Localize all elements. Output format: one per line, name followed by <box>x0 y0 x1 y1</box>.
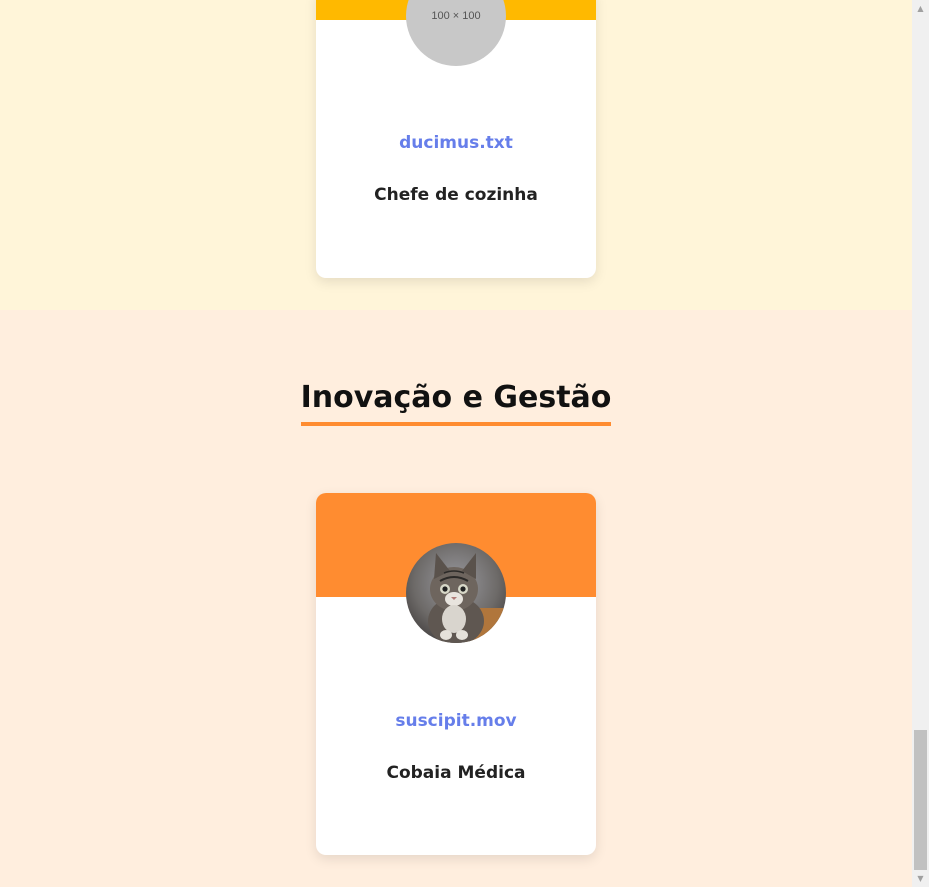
profile-card: 100 × 100 ducimus.txt Chefe de cozinha <box>316 0 596 278</box>
card-role: Chefe de cozinha <box>374 185 538 205</box>
card-name-link[interactable]: suscipit.mov <box>316 711 596 731</box>
kitten-photo-icon <box>406 543 506 643</box>
card-role: Cobaia Médica <box>386 763 526 783</box>
profile-card: suscipit.mov Cobaia Médica <box>316 493 596 855</box>
section-heading: Inovação e Gestão <box>300 378 612 426</box>
vertical-scrollbar[interactable]: ▲ ▼ <box>912 0 929 887</box>
scroll-up-arrow-icon[interactable]: ▲ <box>912 0 929 17</box>
page-content: 100 × 100 ducimus.txt Chefe de cozinha I… <box>0 0 912 887</box>
scrollbar-thumb[interactable] <box>914 730 927 870</box>
kitten-avatar-icon <box>406 543 506 643</box>
section-heading-wrapper: Inovação e Gestão <box>0 378 912 426</box>
scroll-down-arrow-icon[interactable]: ▼ <box>912 870 929 887</box>
avatar-placeholder: 100 × 100 <box>406 0 506 66</box>
section-top: 100 × 100 ducimus.txt Chefe de cozinha <box>0 0 912 310</box>
browser-viewport: 100 × 100 ducimus.txt Chefe de cozinha I… <box>0 0 929 887</box>
avatar-placeholder-text: 100 × 100 <box>431 10 481 22</box>
card-name-link[interactable]: ducimus.txt <box>316 133 596 153</box>
